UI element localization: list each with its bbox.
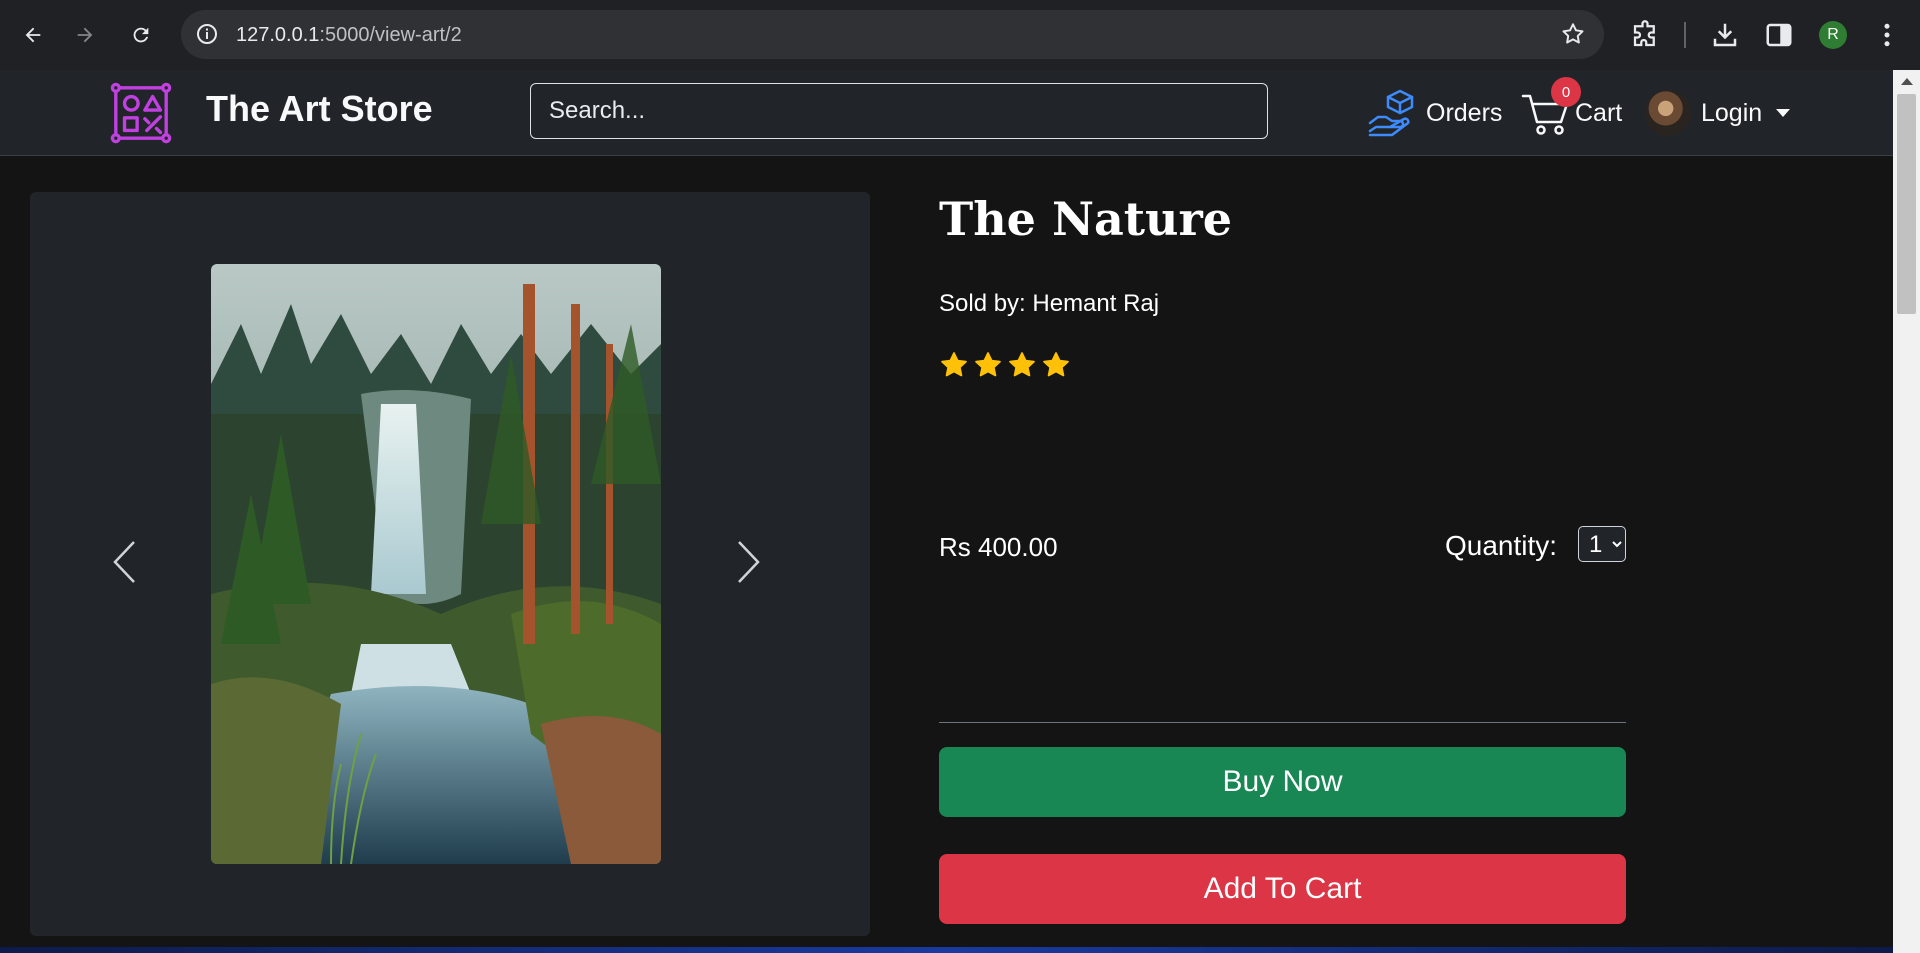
add-to-cart-button[interactable]: Add To Cart (939, 854, 1626, 924)
address-bar[interactable]: 127.0.0.1:5000/view-art/2 (181, 10, 1604, 59)
reload-icon (133, 27, 149, 43)
orders-box-hand-icon (1368, 89, 1414, 137)
orders-link[interactable]: Orders (1366, 88, 1502, 138)
star-icon (975, 352, 1001, 377)
user-avatar (1645, 90, 1691, 136)
artwork-image (211, 264, 661, 864)
star-icon (1009, 352, 1035, 377)
product-price: Rs 400.00 (939, 532, 1058, 562)
art-carousel (30, 192, 870, 936)
star-icon (1043, 352, 1069, 377)
url-text: 127.0.0.1:5000/view-art/2 (236, 24, 462, 46)
cart-label: Cart (1575, 98, 1623, 127)
chevron-left-icon (113, 541, 135, 583)
more-menu-icon[interactable] (1872, 20, 1902, 50)
waterfall-painting-icon (211, 264, 661, 864)
quantity-label: Quantity: (1445, 530, 1558, 561)
seller-name: Sold by: Hemant Raj (939, 290, 1160, 317)
orders-label: Orders (1426, 98, 1503, 127)
caret-down-icon (1776, 109, 1791, 117)
scroll-thumb[interactable] (1897, 94, 1916, 314)
art-store-logo-icon[interactable] (110, 82, 172, 144)
cart-count-badge: 0 (1551, 77, 1581, 107)
star-rating (939, 350, 1071, 380)
star-icon (941, 352, 967, 377)
login-dropdown[interactable]: Login (1645, 88, 1791, 138)
quantity-select[interactable]: 1 (1578, 526, 1626, 562)
login-label: Login (1701, 98, 1763, 127)
browser-toolbar: 127.0.0.1:5000/view-art/2 R (0, 0, 1920, 70)
carousel-next-button[interactable] (728, 532, 768, 592)
bookmark-star-icon[interactable] (1560, 21, 1586, 47)
forward-button[interactable] (67, 17, 103, 53)
product-title: The Nature (939, 192, 1233, 246)
download-icon[interactable] (1710, 20, 1740, 50)
arrow-right-icon (77, 27, 93, 43)
info-icon[interactable] (195, 22, 219, 46)
profile-avatar[interactable]: R (1819, 21, 1847, 49)
section-divider (939, 722, 1626, 723)
buy-now-button[interactable]: Buy Now (939, 747, 1626, 817)
arrow-left-icon (25, 27, 41, 43)
carousel-prev-button[interactable] (105, 532, 145, 592)
reload-button[interactable] (123, 17, 159, 53)
site-navbar: The Art Store Orders Cart 0 Login (0, 70, 1893, 156)
taskbar-edge (0, 947, 1893, 953)
back-button[interactable] (15, 17, 51, 53)
search-input[interactable] (530, 83, 1268, 139)
extensions-icon[interactable] (1630, 20, 1660, 50)
chevron-right-icon (738, 541, 760, 583)
brand-name[interactable]: The Art Store (206, 88, 433, 130)
page-scrollbar[interactable] (1893, 70, 1920, 953)
side-panel-icon[interactable] (1764, 20, 1794, 50)
toolbar-separator (1684, 22, 1686, 48)
scroll-up-arrow-icon[interactable] (1901, 78, 1913, 85)
